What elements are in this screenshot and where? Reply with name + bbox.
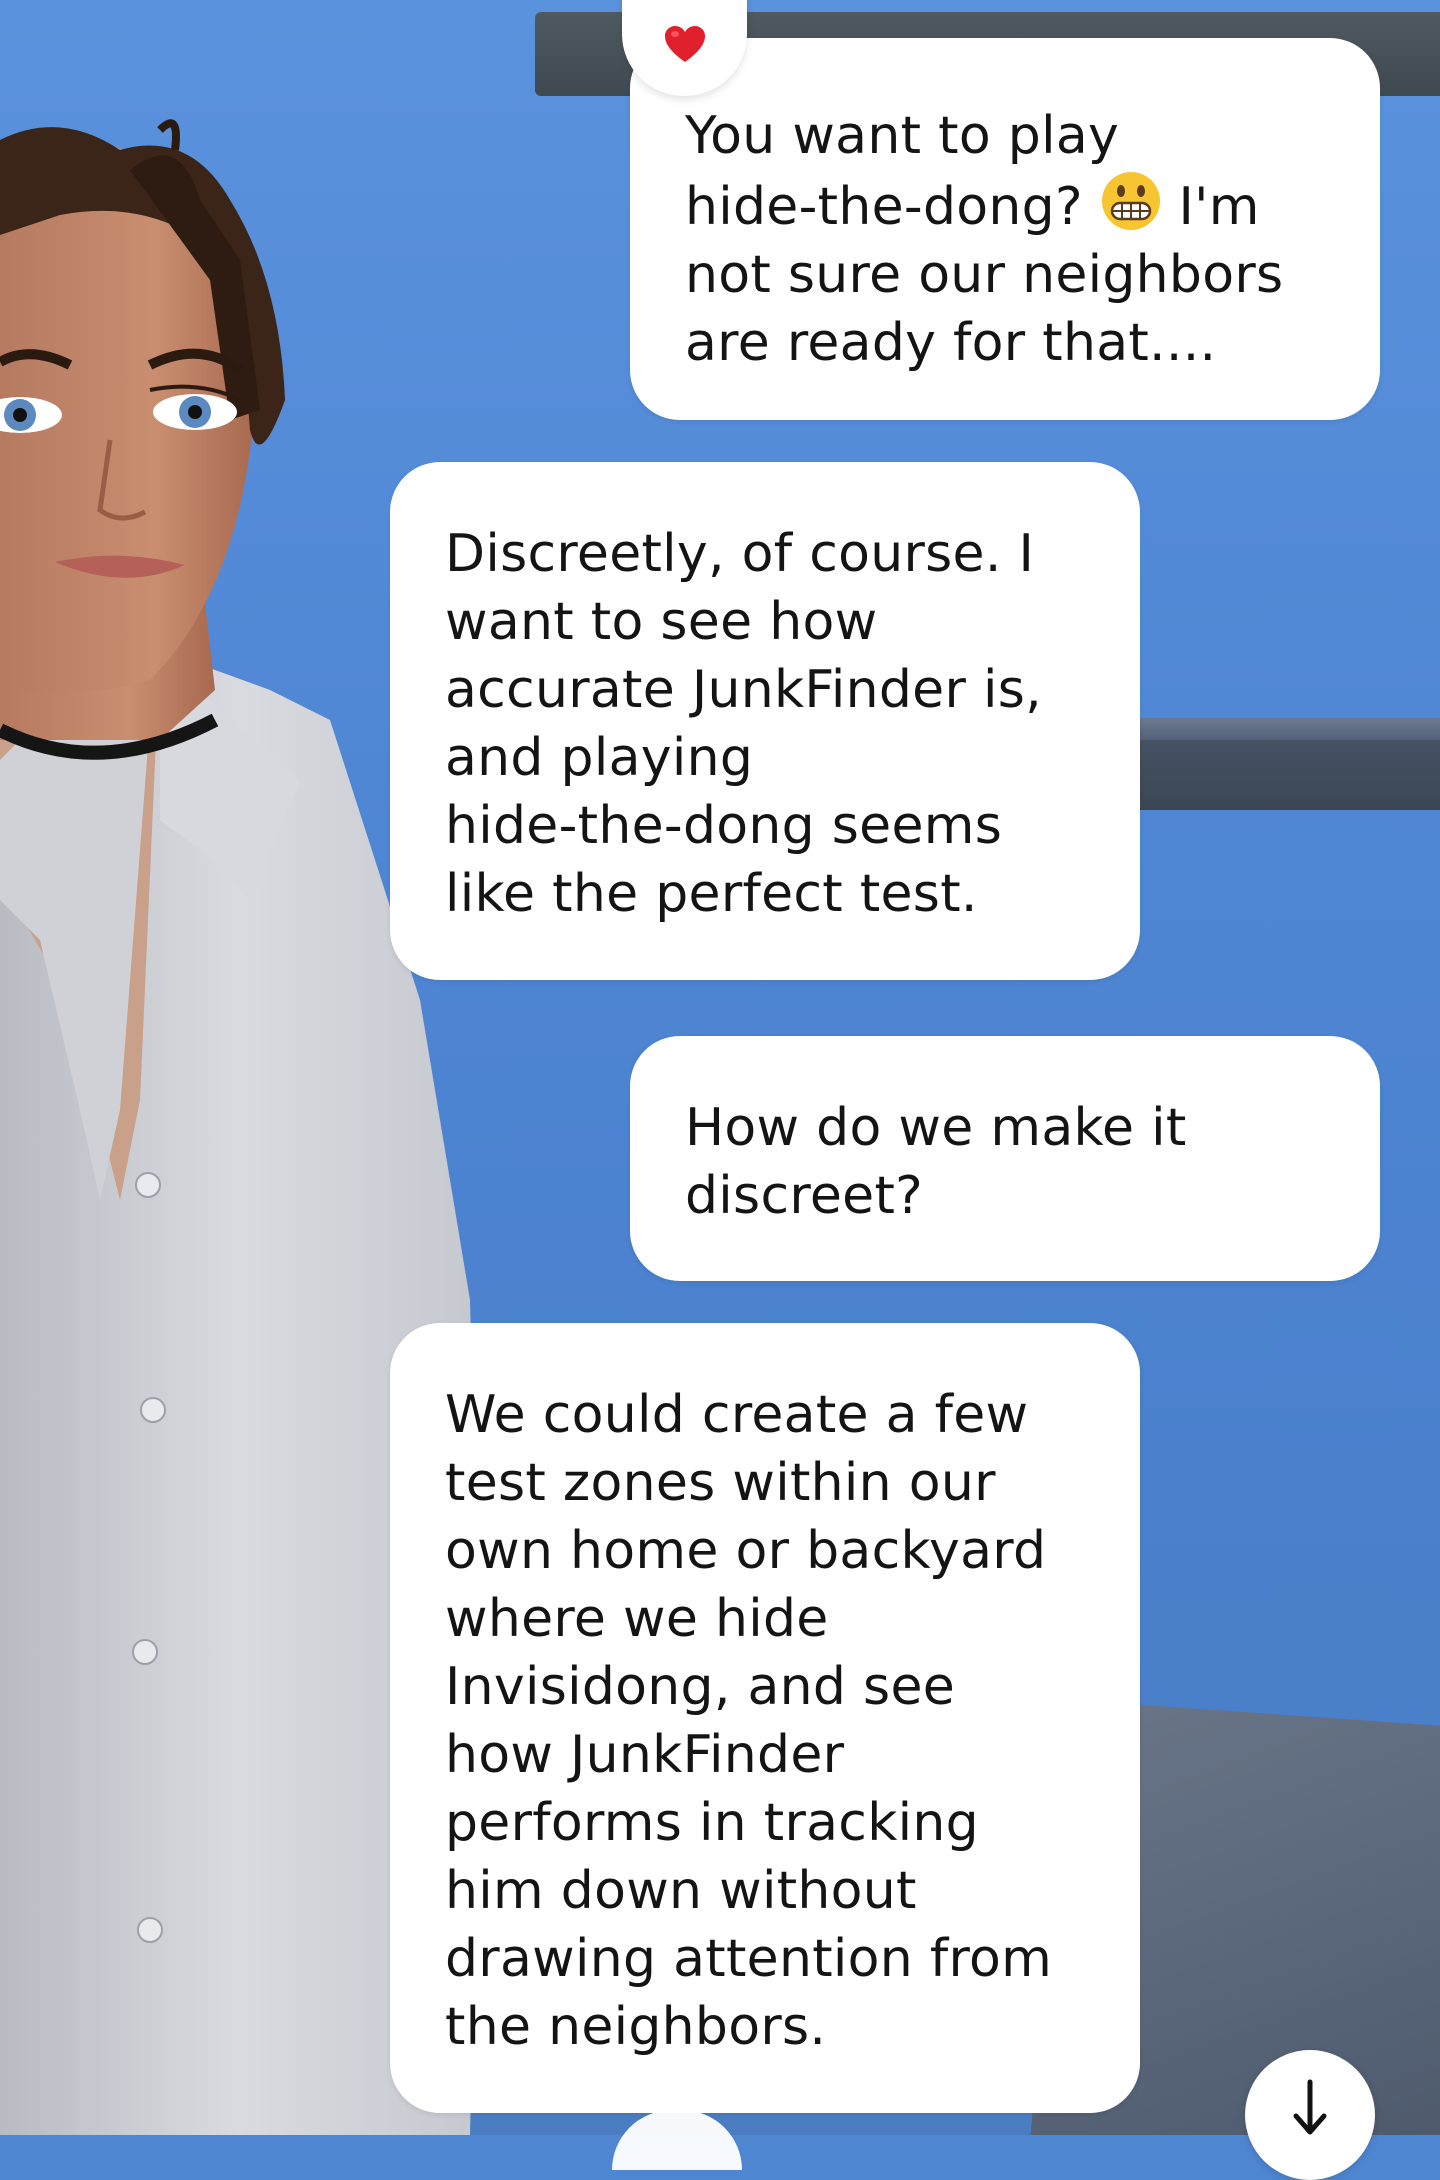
- message-bubble-character[interactable]: You want to play hide-the-dong? I'm not …: [630, 38, 1380, 420]
- background-shelf-edge: [1140, 718, 1440, 740]
- message-bubble-character[interactable]: How do we make it discreet?: [630, 1036, 1380, 1281]
- message-bubble-user[interactable]: We could create a few test zones within …: [390, 1323, 1140, 2113]
- arrow-down-icon: [1293, 2079, 1327, 2135]
- heart-icon: [664, 26, 705, 62]
- message-text: We could create a few test zones within …: [445, 1385, 1053, 2057]
- message-text: You want to play hide-the-dong? I'm not …: [685, 106, 1284, 373]
- grimacing-face-icon: [1100, 170, 1162, 232]
- message-text: Discreetly, of course. I want to see how…: [445, 524, 1042, 924]
- background-shelf-lower: [1140, 740, 1440, 810]
- message-text: How do we make it discreet?: [685, 1098, 1187, 1226]
- message-bubble-user[interactable]: Discreetly, of course. I want to see how…: [390, 462, 1140, 980]
- scroll-to-bottom-button[interactable]: [1245, 2050, 1375, 2180]
